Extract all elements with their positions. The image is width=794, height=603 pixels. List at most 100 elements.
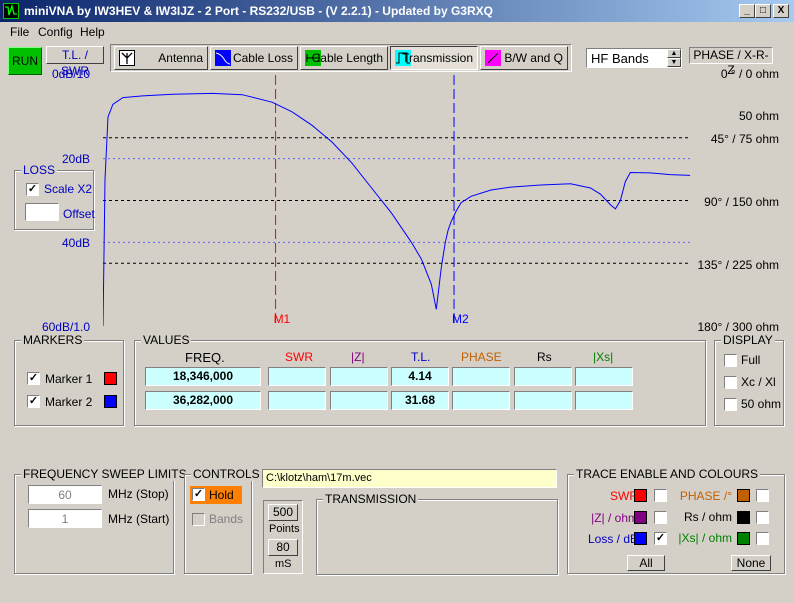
menu-help[interactable]: Help: [80, 25, 105, 39]
xc-xl-checkbox[interactable]: [724, 376, 737, 389]
close-button[interactable]: X: [773, 4, 789, 18]
trace-phase-label: PHASE /°: [679, 489, 732, 503]
display-group: DISPLAY Full Xc / Xl 50 ohm: [714, 333, 784, 426]
trace-z-checkbox[interactable]: [654, 511, 667, 524]
menu-config[interactable]: Config: [38, 25, 73, 39]
trace-rs-checkbox[interactable]: [756, 511, 769, 524]
marker-1-checkbox[interactable]: ✓: [27, 372, 40, 385]
spin-down-icon[interactable]: ▼: [667, 58, 681, 67]
points-label: Points: [269, 523, 300, 535]
marker-label-2: M2: [452, 312, 469, 326]
hold-checkbox[interactable]: ✓: [192, 488, 205, 501]
trace-rs-label: Rs / ohm: [683, 510, 732, 524]
trace-rs-color[interactable]: [737, 511, 750, 524]
tab-transmission[interactable]: Transmission: [390, 46, 478, 70]
ms-value[interactable]: 80: [268, 539, 298, 556]
trace-loss-label: Loss / dB: [587, 532, 638, 546]
start-freq-input[interactable]: 1: [28, 509, 102, 528]
offset-input[interactable]: [25, 203, 59, 221]
trace-z-label: |Z| / ohm: [591, 511, 638, 525]
stop-freq-label: MHz (Stop): [108, 487, 169, 501]
maximize-button[interactable]: □: [755, 4, 771, 18]
full-checkbox[interactable]: [724, 354, 737, 367]
window-title: miniVNA by IW3HEV & IW3IJZ - 2 Port - RS…: [24, 4, 493, 18]
stop-freq-input[interactable]: 60: [28, 485, 102, 504]
trace-swr-color[interactable]: [634, 489, 647, 502]
marker-label-1: M1: [274, 312, 291, 326]
trace-none-button[interactable]: None: [731, 555, 771, 571]
tl-swr-button[interactable]: T.L. / SWR: [46, 46, 104, 78]
scale-x2-label: Scale X2: [44, 182, 93, 196]
trace-xs-color[interactable]: [737, 532, 750, 545]
marker-1-color[interactable]: [104, 372, 117, 385]
header-rs: Rs: [537, 350, 552, 364]
tab-cable-loss[interactable]: Cable Loss: [210, 46, 298, 70]
tab-cable-loss-label: Cable Loss: [232, 51, 293, 65]
points-value[interactable]: 500: [268, 504, 298, 521]
bands-checkbox[interactable]: [192, 513, 205, 526]
trace-z-color[interactable]: [634, 511, 647, 524]
y-right-label-0: 0 ° / 0 ohm: [720, 67, 779, 81]
y-label-60db: 60dB/1.0: [41, 320, 90, 334]
transmission-chart: M1 M2: [103, 75, 690, 326]
marker-1-label: Marker 1: [45, 372, 93, 386]
row1-swr: [268, 367, 326, 386]
title-bar: miniVNA by IW3HEV & IW3IJZ - 2 Port - RS…: [0, 0, 794, 22]
tab-antenna[interactable]: Antenna: [114, 46, 208, 70]
transmission-group: TRANSMISSION: [316, 492, 558, 575]
tab-cable-length[interactable]: Cable Length: [300, 46, 388, 70]
trace-all-button[interactable]: All: [627, 555, 665, 571]
antenna-icon: [119, 50, 135, 66]
phase-axis-label: PHASE / X-R-Z: [689, 47, 773, 77]
trace-group: TRACE ENABLE AND COLOURS SWR PHASE /° |Z…: [567, 467, 785, 574]
50-ohm-label: 50 ohm: [741, 397, 782, 411]
row2-swr: [268, 391, 326, 410]
row1-phase: [452, 367, 510, 386]
50-ohm-checkbox[interactable]: [724, 398, 737, 411]
file-path-field[interactable]: C:\klotz\ham\17m.vec: [262, 469, 557, 488]
header-tl: T.L.: [411, 350, 431, 364]
offset-label: Offset: [63, 207, 95, 221]
menu-file[interactable]: File: [10, 25, 29, 39]
sweep-limits-title: FREQUENCY SWEEP LIMITS: [21, 467, 189, 481]
spin-up-icon[interactable]: ▲: [667, 49, 681, 58]
row2-xs: [575, 391, 633, 410]
marker-2-label: Marker 2: [45, 395, 93, 409]
bands-label: Bands: [209, 512, 244, 526]
header-xs: |Xs|: [593, 350, 614, 364]
tab-bw-q[interactable]: B/W and Q: [480, 46, 568, 70]
band-select[interactable]: HF Bands ▲ ▼: [586, 48, 682, 68]
trace-group-title: TRACE ENABLE AND COLOURS: [574, 467, 761, 481]
transmission-group-title: TRANSMISSION: [323, 492, 419, 506]
trace-phase-color[interactable]: [737, 489, 750, 502]
tab-cable-length-label: Cable Length: [311, 51, 383, 65]
points-panel: 500 Points 80 mS: [263, 500, 303, 574]
loss-group-title: LOSS: [21, 163, 58, 177]
hold-label: Hold: [209, 488, 234, 502]
app-icon: [3, 3, 19, 19]
trace-xs-checkbox[interactable]: [756, 532, 769, 545]
marker-2-checkbox[interactable]: ✓: [27, 395, 40, 408]
controls-group-title: CONTROLS: [191, 467, 262, 481]
plot-area[interactable]: M1 M2: [103, 75, 690, 326]
markers-group-title: MARKERS: [21, 333, 85, 347]
trace-loss-checkbox[interactable]: ✓: [654, 532, 667, 545]
trace-loss-color[interactable]: [634, 532, 647, 545]
header-phase: PHASE: [461, 350, 502, 364]
sweep-limits-group: FREQUENCY SWEEP LIMITS 60 MHz (Stop) 1 M…: [14, 467, 189, 574]
scale-x2-checkbox[interactable]: ✓: [26, 183, 39, 196]
minimize-button[interactable]: _: [739, 4, 755, 18]
values-group-title: VALUES: [141, 333, 192, 347]
y-right-label-75: 45° / 75 ohm: [710, 132, 779, 146]
row2-freq: 36,282,000: [145, 391, 261, 410]
trace-swr-checkbox[interactable]: [654, 489, 667, 502]
row1-freq: 18,346,000: [145, 367, 261, 386]
row2-z: [330, 391, 388, 410]
tab-antenna-label: Antenna: [158, 51, 203, 65]
row1-tl: 4.14: [391, 367, 449, 386]
display-group-title: DISPLAY: [721, 333, 775, 347]
menu-bar: File Config Help: [0, 22, 794, 42]
marker-2-color[interactable]: [104, 395, 117, 408]
trace-phase-checkbox[interactable]: [756, 489, 769, 502]
hold-toggle[interactable]: ✓ Hold: [190, 486, 242, 504]
